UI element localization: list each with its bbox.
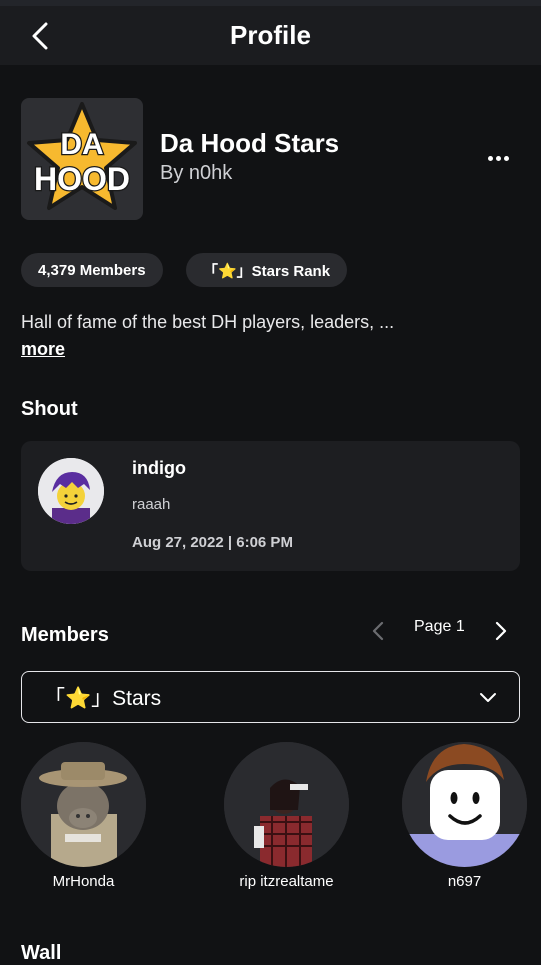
member-card[interactable]: MrHonda bbox=[21, 742, 146, 890]
avatar bbox=[402, 742, 527, 867]
members-count-pill[interactable]: 4,379 Members bbox=[21, 253, 163, 287]
rank-pill[interactable]: 「⭐」Stars Rank bbox=[186, 253, 348, 287]
avatar-icon bbox=[38, 458, 104, 524]
members-count-label: 4,379 Members bbox=[38, 261, 146, 279]
dot-icon bbox=[487, 155, 493, 161]
avatar bbox=[21, 742, 146, 867]
top-nav-bar: Profile bbox=[0, 6, 541, 65]
page-title: Profile bbox=[230, 20, 311, 50]
role-select-value: 「⭐」Stars bbox=[44, 687, 162, 710]
shout-card: indigo raaah Aug 27, 2022 | 6:06 PM bbox=[21, 441, 520, 571]
group-header: DA HOOD Da Hood Stars By n0hk bbox=[21, 98, 521, 220]
member-name: rip itzrealtame bbox=[239, 873, 334, 890]
avatar[interactable] bbox=[38, 458, 104, 524]
group-owner[interactable]: By n0hk bbox=[160, 162, 232, 185]
dot-icon bbox=[503, 155, 509, 161]
rank-label: 「⭐」Stars Rank bbox=[203, 262, 331, 280]
shout-message: raaah bbox=[132, 496, 171, 513]
shout-date: Aug 27, 2022 | 6:06 PM bbox=[132, 534, 293, 551]
member-name: n697 bbox=[447, 873, 482, 890]
member-card[interactable]: rip itzrealtame bbox=[224, 742, 349, 890]
group-logo: DA HOOD bbox=[21, 98, 143, 220]
back-button[interactable] bbox=[24, 20, 56, 52]
logo-text-bottom: HOOD bbox=[34, 161, 130, 197]
avatar-icon bbox=[224, 742, 349, 867]
role-select[interactable]: 「⭐」Stars bbox=[21, 671, 520, 723]
member-card[interactable]: n697 bbox=[402, 742, 527, 890]
avatar-icon bbox=[402, 742, 527, 867]
chevron-down-icon bbox=[480, 693, 496, 702]
group-description: Hall of fame of the best DH players, lea… bbox=[21, 312, 395, 332]
previous-page-button[interactable] bbox=[365, 618, 391, 644]
members-section-title: Members bbox=[21, 624, 109, 646]
wall-section-title: Wall bbox=[21, 942, 62, 964]
chevron-right-icon bbox=[495, 621, 507, 641]
group-name: Da Hood Stars bbox=[160, 128, 340, 158]
shout-username[interactable]: indigo bbox=[132, 458, 186, 479]
logo-text-top: DA bbox=[60, 128, 103, 161]
avatar bbox=[224, 742, 349, 867]
members-pager: Page 1 bbox=[365, 612, 520, 644]
member-name: MrHonda bbox=[52, 873, 115, 890]
avatar-icon bbox=[21, 742, 146, 867]
star-logo-icon: DA HOOD bbox=[27, 102, 137, 210]
more-options-button[interactable] bbox=[483, 146, 513, 170]
dot-icon bbox=[495, 155, 501, 161]
next-page-button[interactable] bbox=[488, 618, 514, 644]
more-link[interactable]: more bbox=[21, 339, 65, 360]
chevron-left-icon bbox=[32, 22, 48, 50]
page-label: Page 1 bbox=[414, 618, 465, 635]
chevron-left-icon bbox=[372, 621, 384, 641]
shout-section-title: Shout bbox=[21, 398, 78, 420]
